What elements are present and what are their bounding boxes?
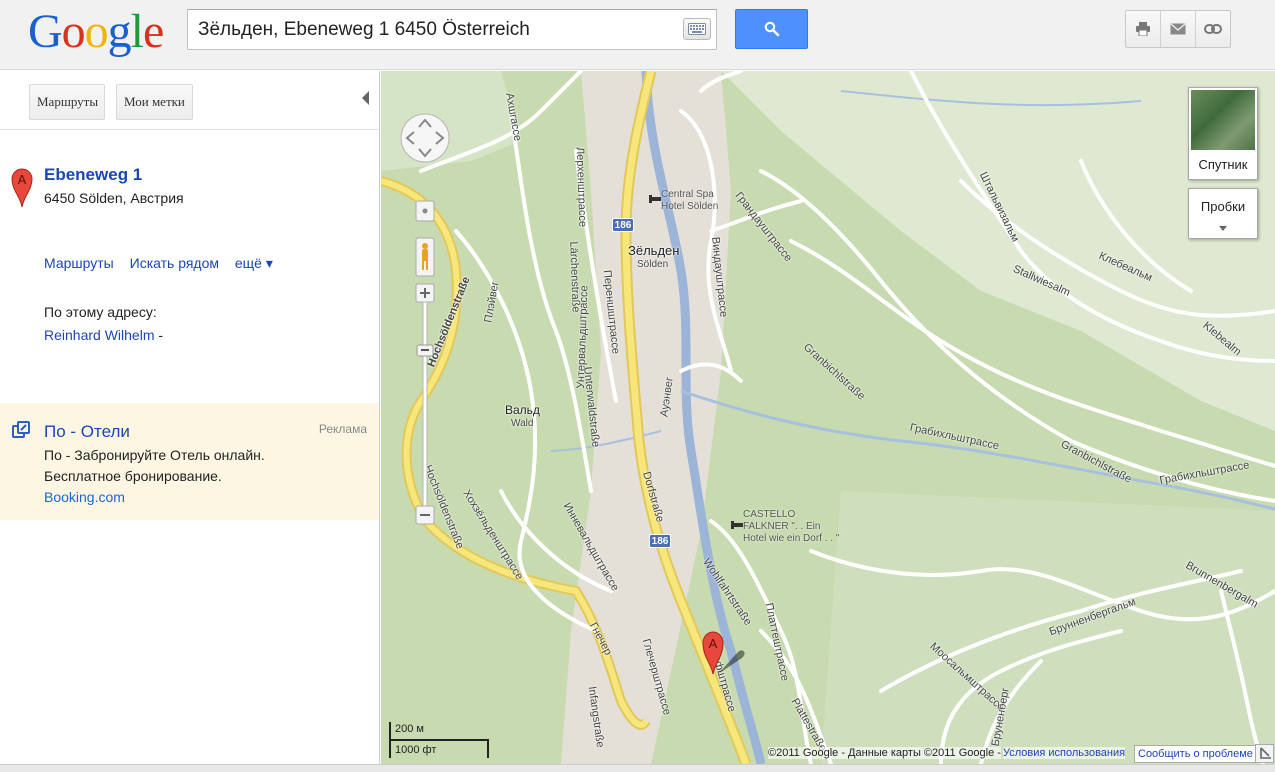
- poi-castello[interactable]: CASTELLO FALKNER ". . Ein Hotel wie ein …: [743, 509, 839, 545]
- scale-imperial: 1000 фт: [395, 744, 437, 756]
- horizontal-scrollbar[interactable]: [0, 764, 1275, 772]
- logo-letter: e: [143, 5, 164, 58]
- share-tools: [1125, 10, 1231, 48]
- pan-control[interactable]: [399, 106, 451, 170]
- map-canvas[interactable]: Зёльден Sölden Вальд Wald 186 186 Centra…: [381, 71, 1275, 764]
- route-shield: 186: [612, 218, 634, 232]
- poi-line: Hotel Sölden: [661, 201, 719, 212]
- route-shield: 186: [649, 534, 671, 548]
- village-sublabel: Wald: [511, 418, 534, 429]
- at-address-label: По этому адресу:: [44, 304, 157, 320]
- traffic-button[interactable]: Пробки: [1188, 188, 1258, 239]
- overview-toggle-button[interactable]: [1255, 744, 1274, 763]
- google-logo[interactable]: Google: [28, 4, 164, 60]
- poi-line: FALKNER ". . Ein: [743, 521, 821, 532]
- header-bar: Google: [0, 0, 1275, 70]
- marker-letter: A: [18, 172, 27, 187]
- map-marker-a-icon[interactable]: A: [702, 630, 750, 676]
- collapse-panel-icon[interactable]: [362, 91, 369, 105]
- logo-letter: l: [130, 5, 144, 58]
- search-input[interactable]: [188, 10, 678, 49]
- traffic-dropdown-icon: [1219, 226, 1227, 231]
- logo-letter: g: [107, 5, 132, 58]
- side-panel: Маршруты Мои метки A Ebeneweg 1 6450 Söl…: [0, 71, 380, 764]
- result-address: 6450 Sölden, Австрия: [44, 190, 184, 206]
- print-icon: [1136, 22, 1150, 36]
- ad-url-link[interactable]: Booking.com: [44, 489, 125, 505]
- email-icon: [1170, 23, 1186, 35]
- town-label: Зёльден: [628, 243, 680, 258]
- link-button[interactable]: [1196, 11, 1230, 47]
- print-button[interactable]: [1126, 11, 1161, 47]
- town-sublabel: Sölden: [637, 259, 669, 270]
- search-nearby-link[interactable]: Искать рядом: [130, 255, 219, 271]
- result-title[interactable]: Ebeneweg 1: [44, 165, 142, 185]
- hotel-icon: [731, 521, 743, 529]
- ad-title-link[interactable]: По - Отели: [44, 422, 130, 442]
- scale-bar: 200 м 1000 фт: [389, 722, 489, 760]
- my-places-button[interactable]: Мои метки: [116, 84, 193, 120]
- ad-text-line: По - Забронируйте Отель онлайн.: [44, 447, 265, 463]
- hotel-icon: [649, 195, 661, 203]
- satellite-button[interactable]: Спутник: [1188, 87, 1258, 180]
- logo-letter: G: [28, 5, 63, 58]
- panel-tabs: Маршруты Мои метки: [0, 71, 379, 130]
- marker-a-icon: A: [11, 168, 33, 208]
- search-box: [187, 9, 717, 50]
- scale-metric: 200 м: [395, 723, 424, 735]
- marker-letter: A: [709, 636, 718, 651]
- search-button[interactable]: [735, 9, 808, 49]
- village-label: Вальд: [505, 403, 540, 417]
- report-problem-link[interactable]: Сообщить о проблеме: [1134, 745, 1257, 763]
- result-links: Маршруты Искать рядом ещё ▾: [44, 255, 285, 272]
- keyboard-button[interactable]: [683, 18, 711, 40]
- at-address-link[interactable]: Reinhard Wilhelm: [44, 327, 154, 343]
- ad-text-line: Бесплатное бронирование.: [44, 468, 222, 484]
- poi-line: CASTELLO: [743, 509, 796, 520]
- satellite-label: Спутник: [1198, 157, 1248, 172]
- keyboard-icon: [688, 23, 706, 35]
- poi-spa-hotel[interactable]: Central Spa Hotel Sölden: [661, 189, 718, 213]
- map-copyright: ©2011 Google - Данные карты ©2011 Google…: [768, 747, 1001, 759]
- traffic-label: Пробки: [1200, 199, 1246, 214]
- zoom-reset-icon: [422, 208, 428, 214]
- corner-arrow-icon: [1260, 747, 1271, 759]
- search-icon: [764, 21, 780, 37]
- at-address-entry: Reinhard Wilhelm -: [44, 327, 163, 343]
- poi-line: Central Spa: [661, 189, 714, 200]
- terms-link[interactable]: Условия использования: [1003, 747, 1126, 759]
- zoom-control[interactable]: [414, 200, 436, 530]
- logo-letter: o: [61, 5, 86, 58]
- poi-line: Hotel wie ein Dorf . . ": [743, 533, 840, 544]
- at-address-suffix: -: [158, 327, 164, 343]
- directions-button[interactable]: Маршруты: [29, 84, 105, 120]
- email-button[interactable]: [1161, 11, 1196, 47]
- more-link[interactable]: ещё ▾: [235, 255, 273, 271]
- satellite-thumbnail: [1191, 90, 1255, 150]
- link-icon: [1204, 24, 1222, 34]
- ad-label: Реклама: [318, 422, 367, 436]
- sponsored-ad: По - Отели Реклама По - Забронируйте Оте…: [0, 403, 379, 520]
- result-directions-link[interactable]: Маршруты: [44, 255, 114, 271]
- ad-icon: [12, 421, 30, 438]
- logo-letter: o: [84, 5, 109, 58]
